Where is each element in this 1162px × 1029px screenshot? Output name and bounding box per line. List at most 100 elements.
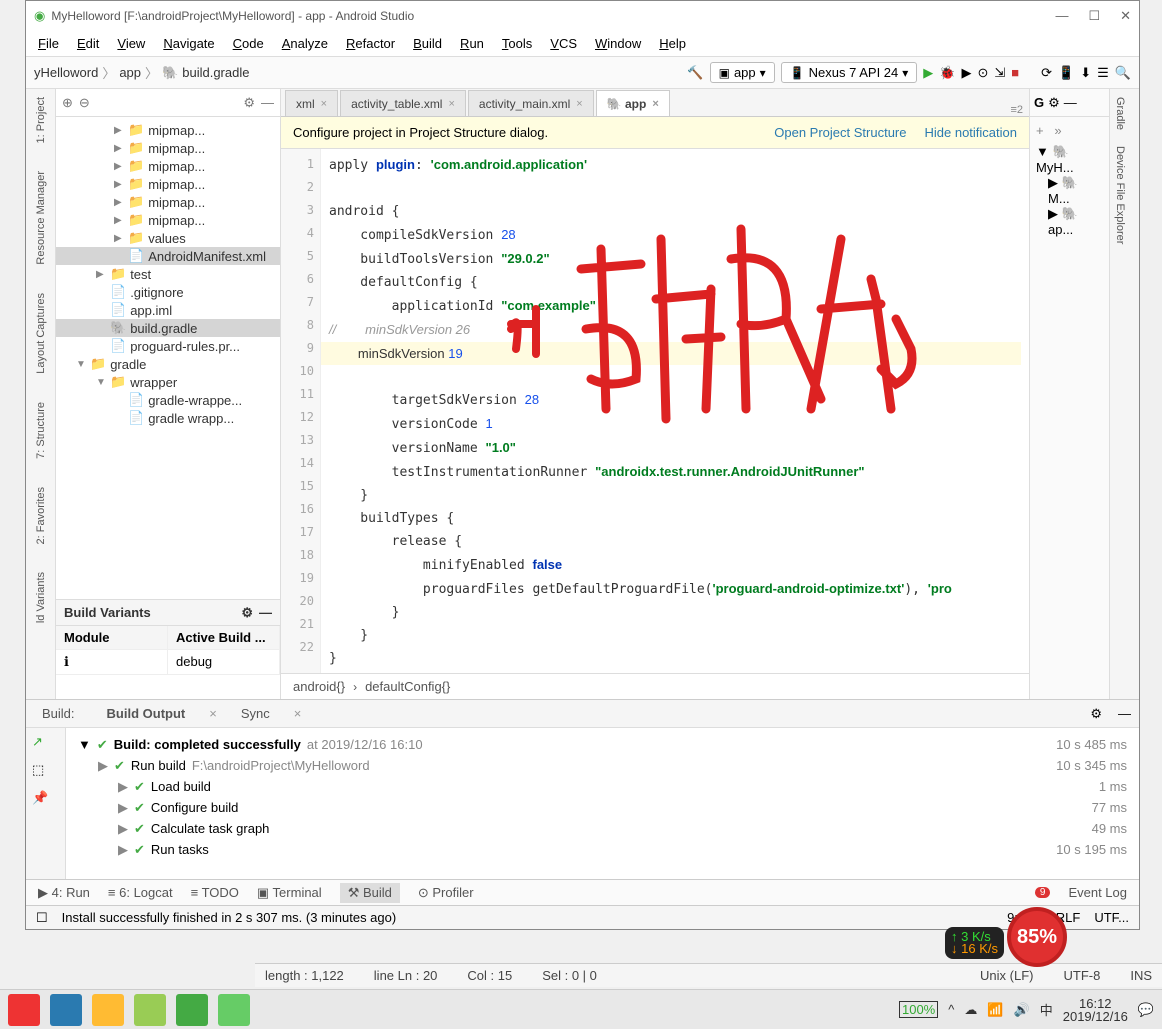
gradle-app[interactable]: ap... [1048,222,1073,237]
toolwin-button[interactable]: ⚒ Build [340,883,400,903]
device-selector[interactable]: 📱 Nexus 7 API 24 ▾ [781,62,918,83]
minimize-button[interactable]: — [1055,8,1068,24]
bv-module-cell[interactable]: ℹ [56,650,168,674]
crumb-defaultconfig[interactable]: defaultConfig{} [365,679,450,694]
run-icon[interactable]: ▶ [923,65,933,81]
toolwin-button[interactable]: ▶ 4: Run [38,885,90,901]
tb-emulator[interactable] [218,994,250,1026]
menu-file[interactable]: File [38,36,59,51]
bp-tab-output[interactable]: Build Output [99,702,194,725]
bv-hide-icon[interactable]: — [259,605,272,620]
close-button[interactable]: ✕ [1120,8,1131,24]
tb-wps[interactable] [50,994,82,1026]
right-tab[interactable]: Device File Explorer [1110,138,1130,252]
build-tree[interactable]: ▼ ✔ Build: completed successfully at 201… [66,728,1139,879]
status-icon[interactable]: ☐ [36,910,48,926]
attach-icon[interactable]: ⇲ [994,65,1005,81]
gear-icon[interactable]: ⚙ [243,95,255,111]
crumb-android[interactable]: android{} [293,679,345,694]
profile-icon[interactable]: ⊙ [977,65,988,81]
menu-tools[interactable]: Tools [502,36,532,51]
volume-icon[interactable]: 🔊 [1014,1002,1030,1018]
coverage-icon[interactable]: ▶ [961,65,971,81]
menu-view[interactable]: View [117,36,145,51]
hide-icon[interactable]: — [261,95,274,110]
left-tab[interactable]: 1: Project [35,93,47,147]
menu-refactor[interactable]: Refactor [346,36,395,51]
tb-androidstudio[interactable] [176,994,208,1026]
open-structure-link[interactable]: Open Project Structure [774,125,906,140]
tree-item[interactable]: ▶📁 test [56,265,280,283]
left-tab[interactable]: 7: Structure [35,398,47,463]
stop-icon[interactable]: ■ [1011,65,1019,80]
gradle-root[interactable]: MyH... [1036,160,1074,175]
crumb-file[interactable]: build.gradle [182,65,249,80]
left-tab[interactable]: Layout Captures [35,289,47,378]
tray-time[interactable]: 16:12 [1063,997,1128,1010]
editor-breadcrumbs[interactable]: android{} › defaultConfig{} [281,673,1029,699]
tree-item[interactable]: 📄 .gitignore [56,283,280,301]
editor-tab[interactable]: activity_table.xml × [340,90,466,116]
tree-item[interactable]: ▶📁 mipmap... [56,211,280,229]
wifi-icon[interactable]: 📶 [987,1002,1003,1018]
avd-icon[interactable]: 📱 [1058,65,1074,81]
up-icon[interactable]: ^ [948,1002,954,1017]
menu-vcs[interactable]: VCS [550,36,577,51]
right-tab[interactable]: Gradle [1110,89,1130,138]
editor-tab[interactable]: 🐘 app × [596,90,670,116]
build-row[interactable]: ▶ ✔ Calculate task graph49 ms [78,818,1127,839]
encoding[interactable]: UTF... [1094,910,1129,925]
left-tab[interactable]: 2: Favorites [35,483,47,548]
run-config-selector[interactable]: ▣ app ▾ [710,62,775,83]
tree-item[interactable]: 📄 app.iml [56,301,280,319]
gradle-m[interactable]: M... [1048,191,1070,206]
menu-code[interactable]: Code [233,36,264,51]
menu-help[interactable]: Help [659,36,686,51]
tree-item[interactable]: ▶📁 mipmap... [56,157,280,175]
editor-tab[interactable]: xml × [285,90,338,116]
bv-gear-icon[interactable]: ⚙ [241,605,253,621]
build-row[interactable]: ▼ ✔ Build: completed successfully at 201… [78,734,1127,755]
nav-breadcrumb[interactable]: yHelloword〉 app〉 🐘build.gradle [34,63,249,82]
maximize-button[interactable]: ☐ [1088,8,1100,24]
collapse-icon[interactable]: ⊖ [79,95,90,111]
expand-icon[interactable]: ⊕ [62,95,73,111]
tree-item[interactable]: ▶📁 mipmap... [56,121,280,139]
tab-overflow[interactable]: ≡2 [1004,104,1029,116]
sdk-icon[interactable]: ⬇ [1080,65,1091,81]
menu-edit[interactable]: Edit [77,36,99,51]
hammer-icon[interactable]: 🔨 [687,65,703,81]
build-row[interactable]: ▶ ✔ Run build F:\androidProject\MyHellow… [78,755,1127,776]
build-row[interactable]: ▶ ✔ Load build1 ms [78,776,1127,797]
tree-item[interactable]: ▶📁 mipmap... [56,139,280,157]
tree-item[interactable]: ▶📁 mipmap... [56,193,280,211]
project-tree[interactable]: ▶📁 mipmap...▶📁 mipmap...▶📁 mipmap...▶📁 m… [56,117,280,599]
gutter[interactable]: 12345678910111213141516171819202122 [281,149,321,673]
build-row[interactable]: ▶ ✔ Configure build77 ms [78,797,1127,818]
hide-notif-link[interactable]: Hide notification [925,125,1018,140]
bp-gear-icon[interactable]: ⚙ [1090,706,1102,722]
bp-tab-sync[interactable]: Sync [233,702,278,725]
debug-icon[interactable]: 🐞 [939,65,955,81]
tree-item[interactable]: 📄 gradle-wrappe... [56,391,280,409]
crumb-module[interactable]: app [119,65,141,80]
tree-item[interactable]: 🐘 build.gradle [56,319,280,337]
battery-icon[interactable]: 100% [899,1001,938,1018]
toolwin-button[interactable]: ▣ Terminal [257,885,322,901]
tb-app1[interactable] [8,994,40,1026]
menu-run[interactable]: Run [460,36,484,51]
gradle-toolbar[interactable]: + » [1036,123,1103,138]
tree-item[interactable]: ▶📁 values [56,229,280,247]
left-tab[interactable]: ld Variants [35,568,47,627]
menu-analyze[interactable]: Analyze [282,36,328,51]
build-row[interactable]: ▶ ✔ Run tasks10 s 195 ms [78,839,1127,860]
tree-item[interactable]: 📄 proguard-rules.pr... [56,337,280,355]
gradle-gear-icon[interactable]: ⚙ [1048,95,1060,111]
tb-app2[interactable] [134,994,166,1026]
ime-indicator[interactable]: 中 [1040,1000,1053,1019]
bv-variant-cell[interactable]: debug [168,650,280,674]
battery-widget[interactable]: 85% [1007,907,1067,967]
tree-item[interactable]: 📄 gradle wrapp... [56,409,280,427]
code-editor[interactable]: apply plugin: 'com.android.application' … [321,149,1029,673]
editor-tab[interactable]: activity_main.xml × [468,90,594,116]
